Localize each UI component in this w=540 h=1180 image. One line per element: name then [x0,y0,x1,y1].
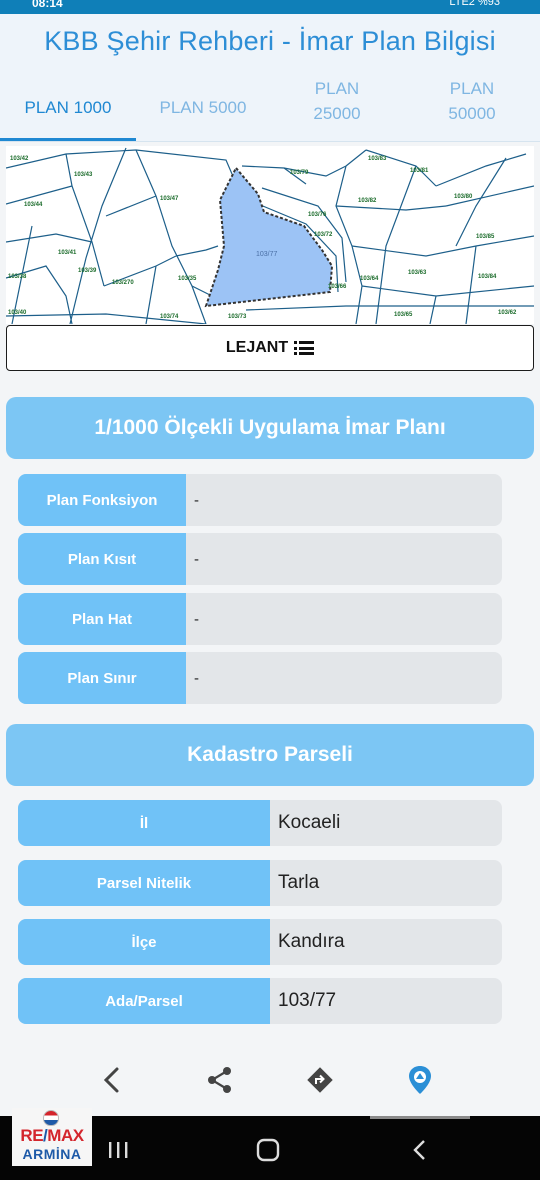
parcel-label: 103/35 [178,276,197,282]
directions-icon [307,1067,333,1093]
row-label: Plan Kısıt [18,533,186,585]
logo-office: ARMİNA [22,1146,82,1162]
balloon-icon [43,1110,59,1126]
list-icon [294,341,315,355]
share-button[interactable] [198,1058,242,1102]
il-row: İl Kocaeli [18,800,502,846]
parcel-map[interactable]: 103/42 103/43 103/44 103/47 103/41 103/3… [6,146,534,324]
parcel-label: 103/66 [328,284,347,290]
tab-divider [0,141,540,142]
bottom-nav [0,1048,540,1114]
parcel-label: 103/42 [10,156,29,162]
parcel-label: 103/65 [394,312,413,318]
legend-label: LEJANT [225,339,289,356]
location-icon [409,1066,431,1094]
row-value: 103/77 [278,990,337,1011]
parcel-label: 103/72 [314,232,333,238]
plan-fonksiyon-row: Plan Fonksiyon - [18,474,502,526]
share-icon [208,1067,231,1093]
ada-parsel-row: Ada/Parsel 103/77 [18,978,502,1024]
plan-hat-row: Plan Hat - [18,593,502,645]
parcel-label: 103/62 [498,310,517,316]
row-value: Tarla [278,872,320,893]
row-value: - [194,550,199,568]
parcel-label: 103/73 [228,314,247,320]
row-label: İlçe [18,919,270,965]
parcel-label: 103/74 [160,314,179,320]
row-value: Kandıra [278,931,345,952]
kadastro-section-header: Kadastro Parseli [6,724,534,786]
parcel-label: 103/80 [454,194,473,200]
parcel-label: 103/83 [368,156,387,162]
parsel-nitelik-row: Parsel Nitelik Tarla [18,860,502,906]
legend-button[interactable]: LEJANT [6,325,534,371]
parcel-label: 103/63 [408,270,427,276]
parcel-label: 103/79 [290,170,309,176]
ilce-row: İlçe Kandıra [18,919,502,965]
recent-apps-button[interactable] [96,1130,140,1170]
row-label: Plan Sınır [18,652,186,704]
battery-level: %93 [477,0,500,8]
home-icon [256,1138,280,1162]
recent-apps-icon [109,1142,128,1158]
directions-button[interactable] [298,1058,342,1102]
parcel-label: 103/81 [410,168,429,174]
plan-kisit-row: Plan Kısıt - [18,533,502,585]
row-label: Ada/Parsel [18,978,270,1024]
row-value: - [194,610,199,628]
row-label: Plan Hat [18,593,186,645]
tab-plan-50000[interactable]: PLAN 50000 [434,68,510,136]
parcel-label: 103/41 [58,250,77,256]
selected-parcel-label: 103/77 [256,251,278,258]
logo-brand-right: MAX [47,1126,84,1145]
parcel-map-svg: 103/42 103/43 103/44 103/47 103/41 103/3… [6,147,534,324]
plan-sinir-row: Plan Sınır - [18,652,502,704]
remax-watermark-logo: RE/MAX ARMİNA [12,1108,92,1166]
tab-plan-5000[interactable]: PLAN 5000 [136,74,270,142]
status-bar: 08:14 LTE2 %93 [0,0,540,14]
row-label: Plan Fonksiyon [18,474,186,526]
system-back-icon [413,1140,425,1160]
network-indicator: LTE2 [449,0,475,8]
parcel-label: 103/64 [360,276,379,282]
location-button[interactable] [398,1058,442,1102]
parcel-label: 103/39 [78,268,97,274]
scroll-indicator [370,1116,470,1119]
row-label: İl [18,800,270,846]
page-title: KBB Şehir Rehberi - İmar Plan Bilgisi [44,26,496,56]
status-time: 08:14 [32,0,63,10]
plan-section-header: 1/1000 Ölçekli Uygulama İmar Planı [6,397,534,459]
plan-scale-tabs: PLAN 1000 PLAN 5000 PLAN 25000 PLAN 5000… [0,74,540,142]
parcel-label: 103/44 [24,202,43,208]
back-button[interactable] [90,1058,134,1102]
status-right: LTE2 %93 [449,0,500,8]
tab-plan-1000[interactable]: PLAN 1000 [0,74,136,142]
parcel-label: 103/38 [8,274,27,280]
row-value: - [194,491,199,509]
parcel-label: 103/85 [476,234,495,240]
system-back-button[interactable] [398,1130,442,1170]
logo-brand-left: RE [20,1126,44,1145]
parcel-label: 103/270 [112,280,134,286]
tab-plan-25000[interactable]: PLAN 25000 [300,68,374,136]
home-button[interactable] [246,1130,290,1170]
row-value: Kocaeli [278,812,341,833]
row-value: - [194,669,199,687]
parcel-label: 103/76 [308,212,327,218]
parcel-label: 103/40 [8,310,27,316]
back-icon [103,1067,119,1093]
parcel-label: 103/82 [358,198,377,204]
logo-brand: RE/MAX [12,1126,92,1146]
parcel-label: 103/47 [160,196,179,202]
app-header: KBB Şehir Rehberi - İmar Plan Bilgisi PL… [0,14,540,142]
parcel-label: 103/84 [478,274,497,280]
row-label: Parsel Nitelik [18,860,270,906]
parcel-label: 103/43 [74,172,93,178]
